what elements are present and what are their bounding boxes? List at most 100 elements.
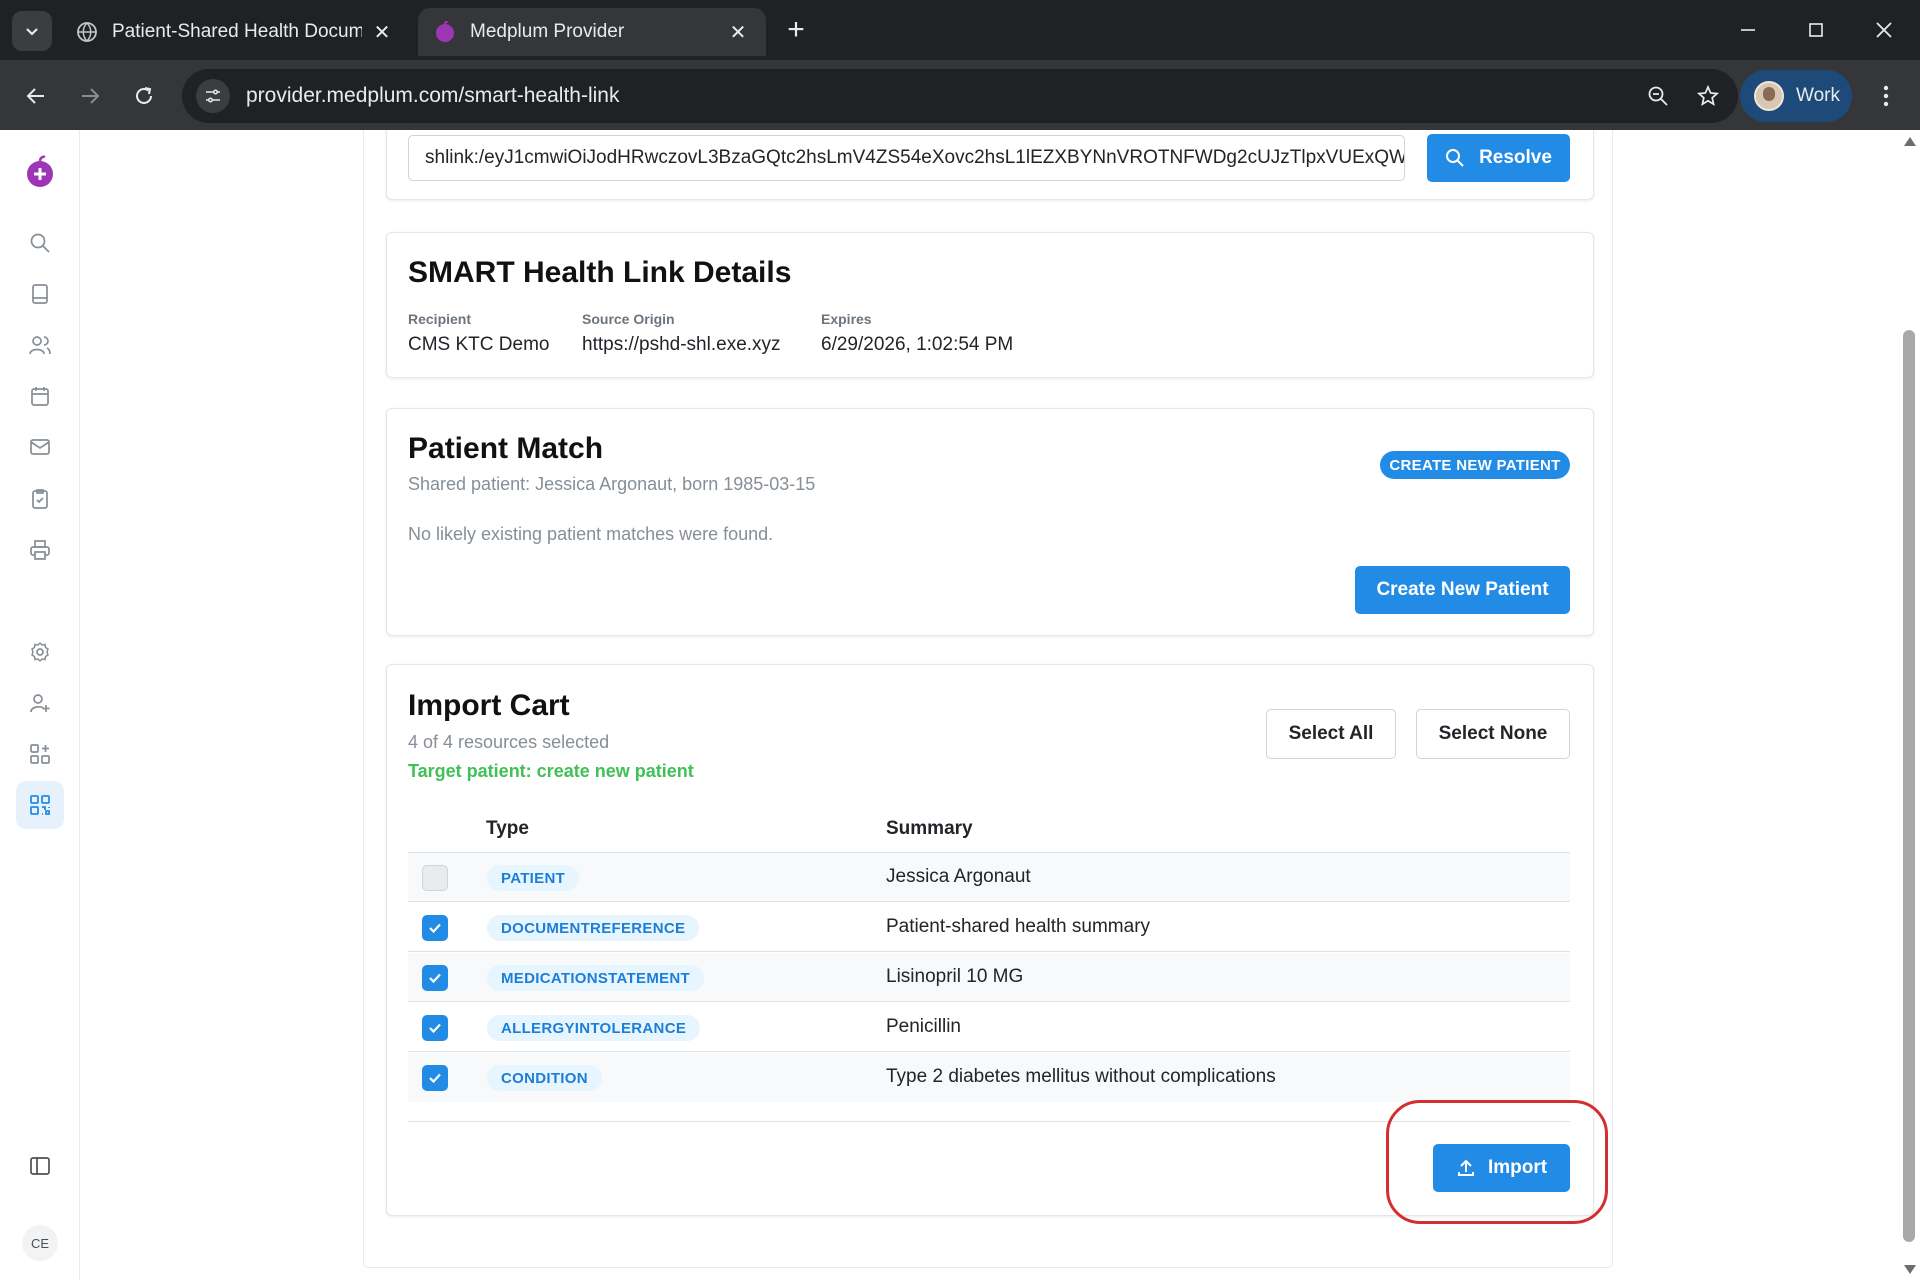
scroll-thumb[interactable]: [1903, 330, 1915, 1242]
minimize-button[interactable]: [1728, 10, 1768, 50]
shared-patient-text: Shared patient: Jessica Argonaut, born 1…: [408, 474, 816, 494]
user-add-icon: [30, 694, 50, 713]
reload-icon: [136, 87, 152, 104]
type-badge: ALLERGYINTOLERANCE: [487, 1015, 701, 1041]
row-checkbox-disabled: [422, 865, 448, 891]
table-row[interactable]: PATIENT Jessica Argonaut: [408, 853, 1570, 902]
address-bar[interactable]: provider.medplum.com/smart-health-link: [182, 69, 1738, 123]
table-row[interactable]: MEDICATIONSTATEMENT Lisinopril 10 MG: [408, 953, 1570, 1002]
source-origin-label: Source Origin: [582, 311, 675, 327]
qr-code-icon: [30, 795, 50, 815]
print-icon: [30, 540, 50, 560]
expires-value: 6/29/2026, 1:02:54 PM: [821, 334, 1014, 355]
sidebar-item-apps[interactable]: [16, 730, 64, 778]
back-button[interactable]: [14, 74, 58, 118]
document-icon: [32, 284, 48, 304]
details-title: SMART Health Link Details: [408, 256, 792, 289]
sidebar-item-messages[interactable]: [16, 423, 64, 471]
mail-icon: [30, 439, 50, 455]
tab-title: Medplum Provider: [470, 21, 625, 42]
target-patient-text: Target patient: create new patient: [408, 761, 694, 781]
close-window-button[interactable]: [1864, 10, 1904, 50]
close-tab-icon[interactable]: ✕: [726, 20, 750, 44]
sidebar-item-patients[interactable]: [16, 321, 64, 369]
zoom-button[interactable]: [1638, 69, 1678, 123]
create-new-patient-button[interactable]: Create New Patient: [1355, 566, 1570, 614]
profile-label: Work: [1796, 85, 1840, 106]
row-checkbox[interactable]: [422, 1065, 448, 1091]
triangle-down-icon: [1904, 1264, 1916, 1274]
select-none-button[interactable]: Select None: [1416, 709, 1570, 759]
resolve-button[interactable]: Resolve: [1427, 134, 1570, 182]
sidebar-item-search[interactable]: [16, 219, 64, 267]
row-checkbox[interactable]: [422, 1015, 448, 1041]
sidebar-item-settings[interactable]: [16, 628, 64, 676]
triangle-up-icon: [1904, 136, 1916, 146]
row-summary: Jessica Argonaut: [886, 866, 1031, 887]
patients-icon: [29, 336, 51, 355]
status-badge: CREATE NEW PATIENT: [1380, 451, 1570, 479]
scroll-down-arrow[interactable]: [1902, 1262, 1918, 1276]
star-icon: [1697, 85, 1719, 106]
row-summary: Lisinopril 10 MG: [886, 966, 1024, 987]
patient-match-title: Patient Match: [408, 432, 604, 465]
import-cart-title: Import Cart: [408, 689, 570, 722]
site-info-icon[interactable]: [196, 79, 230, 113]
globe-icon: [76, 21, 98, 43]
table-row[interactable]: DOCUMENTREFERENCE Patient-shared health …: [408, 903, 1570, 952]
apps-icon: [30, 744, 50, 764]
checkmark-icon: [429, 973, 441, 984]
sidebar-toggle-icon: [30, 1157, 50, 1175]
row-checkbox[interactable]: [422, 965, 448, 991]
tab-medplum-provider[interactable]: Medplum Provider ✕: [418, 8, 766, 56]
scroll-up-arrow[interactable]: [1902, 134, 1918, 148]
close-icon: [1876, 22, 1892, 38]
select-all-button[interactable]: Select All: [1266, 709, 1396, 759]
sidebar-item-print[interactable]: [16, 526, 64, 574]
browser-tab-bar: Patient-Shared Health Docume ✕ Medplum P…: [0, 0, 1920, 60]
sidebar-item-calendar[interactable]: [16, 372, 64, 420]
sidebar-item-smart-health-link[interactable]: [16, 781, 64, 829]
recipient-value: CMS KTC Demo: [408, 334, 550, 355]
profile-button[interactable]: Work: [1740, 70, 1852, 122]
smart-health-link-input[interactable]: shlink:/eyJ1cmwiOiJodHRwczovL3BzaGQtc2hs…: [408, 135, 1405, 181]
chevron-down-icon: [26, 28, 38, 36]
type-badge: PATIENT: [487, 865, 580, 891]
highlight-annotation: [1386, 1100, 1608, 1224]
search-icon: [30, 233, 50, 253]
sidebar-item-documents[interactable]: [16, 270, 64, 318]
selected-count-text: 4 of 4 resources selected: [408, 732, 610, 752]
bookmark-button[interactable]: [1688, 69, 1728, 123]
browser-menu-button[interactable]: [1868, 76, 1904, 116]
arrow-right-icon: [82, 88, 100, 104]
row-summary: Patient-shared health summary: [886, 916, 1151, 937]
arrow-left-icon: [26, 88, 44, 104]
new-tab-button[interactable]: +: [780, 13, 812, 46]
maximize-button[interactable]: [1796, 10, 1836, 50]
reload-button[interactable]: [122, 74, 166, 118]
table-row[interactable]: CONDITION Type 2 diabetes mellitus witho…: [408, 1053, 1570, 1102]
tab-title: Patient-Shared Health Docume: [112, 21, 362, 42]
maximize-icon: [1809, 23, 1823, 37]
close-tab-icon[interactable]: ✕: [370, 20, 394, 44]
tab-patient-shared-health[interactable]: Patient-Shared Health Docume ✕: [60, 8, 410, 56]
forward-button[interactable]: [68, 74, 112, 118]
row-checkbox[interactable]: [422, 915, 448, 941]
medplum-home-logo[interactable]: [16, 148, 64, 196]
browser-toolbar: provider.medplum.com/smart-health-link W…: [0, 60, 1920, 130]
source-origin-value: https://pshd-shl.exe.xyz: [582, 334, 781, 355]
sidebar-item-tasks[interactable]: [16, 475, 64, 523]
no-match-text: No likely existing patient matches were …: [408, 524, 774, 544]
expires-label: Expires: [821, 311, 872, 327]
medplum-logo-icon: [27, 155, 53, 187]
more-vertical-icon: [1883, 85, 1889, 107]
user-avatar[interactable]: CE: [22, 1225, 58, 1261]
tab-search-button[interactable]: [12, 11, 52, 51]
main-content: shlink:/eyJ1cmwiOiJodHRwczovL3BzaGQtc2hs…: [80, 130, 1900, 1280]
checkmark-icon: [429, 1073, 441, 1084]
resolve-button-label: Resolve: [1479, 147, 1552, 168]
table-row[interactable]: ALLERGYINTOLERANCE Penicillin: [408, 1003, 1570, 1052]
toggle-sidebar-button[interactable]: [16, 1142, 64, 1190]
sidebar-item-invite-user[interactable]: [16, 679, 64, 727]
minimize-icon: [1741, 29, 1755, 31]
